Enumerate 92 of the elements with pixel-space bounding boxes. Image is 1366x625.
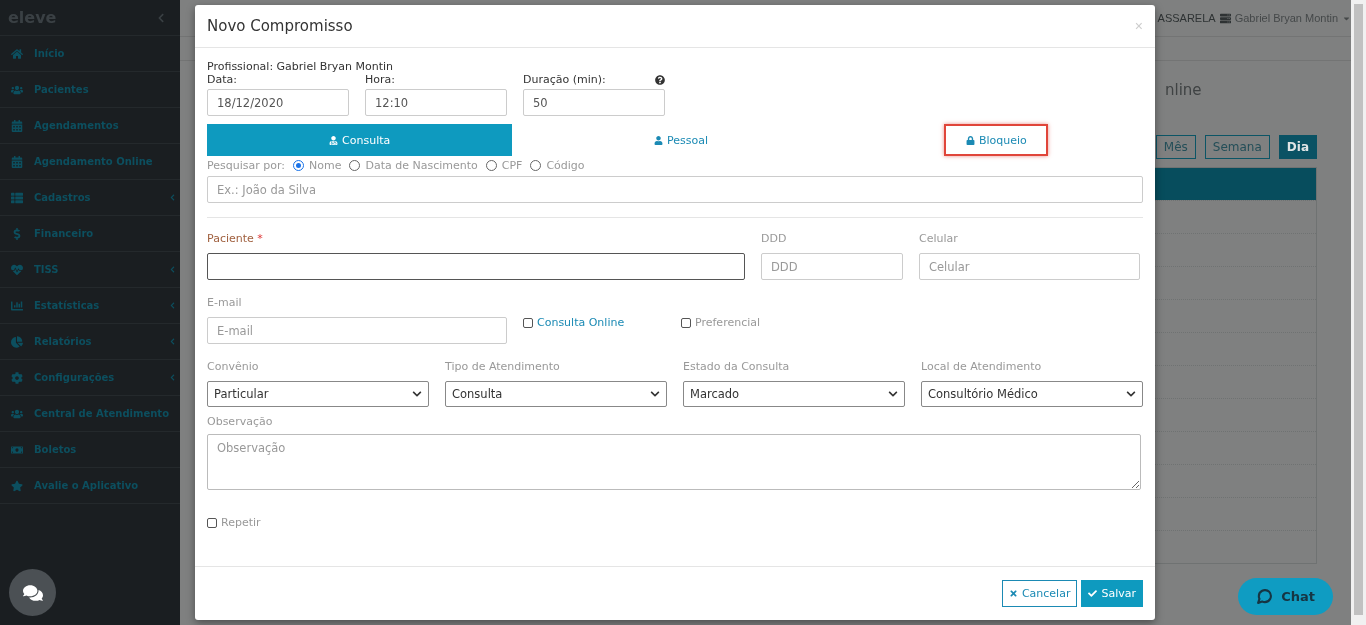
field-label: Paciente * — [207, 232, 264, 245]
field-label: Convênio — [207, 360, 260, 373]
server-icon — [1219, 12, 1231, 24]
sidebar-item[interactable]: Cadastros — [0, 180, 180, 216]
heartbeat-icon — [10, 263, 24, 276]
professional-label: Profissional: Gabriel Bryan Montin — [207, 60, 395, 73]
sidebar-item[interactable]: Configurações — [0, 360, 180, 396]
sidebar-item[interactable]: Avalie o Aplicativo — [0, 468, 180, 504]
speech-bubbles-icon — [22, 582, 43, 603]
radio-option[interactable]: CPF — [485, 159, 523, 172]
pie-chart-icon — [10, 335, 24, 348]
select-field[interactable]: Marcado — [683, 381, 905, 407]
field-label: Local de Atendimento — [921, 360, 1043, 373]
radio-option[interactable]: Nome — [293, 159, 342, 172]
chevron-down-icon — [412, 389, 422, 399]
field-label: Observação — [207, 415, 274, 428]
sidebar-item[interactable]: TISS — [0, 252, 180, 288]
input-field[interactable] — [207, 253, 745, 280]
chevron-down-icon — [888, 389, 898, 399]
checkbox-option[interactable]: Consulta Online — [523, 316, 665, 329]
input-field[interactable]: 12:10 — [365, 89, 507, 116]
sidebar-item[interactable]: Pacientes — [0, 72, 180, 108]
field-label: Tipo de Atendimento — [445, 360, 561, 373]
select-field[interactable]: Particular — [207, 381, 429, 407]
tab[interactable]: Bloqueio — [944, 124, 1049, 156]
field-label: Estado da Consulta — [683, 360, 791, 373]
user-icon — [654, 135, 663, 145]
input-field[interactable]: 50 — [523, 89, 665, 116]
sidebar-item[interactable]: Agendamento Online — [0, 144, 180, 180]
settings-icon — [10, 371, 24, 384]
modal-title: Novo Compromisso — [207, 17, 353, 35]
tab[interactable]: Consulta — [207, 124, 513, 156]
sidebar-item[interactable]: Central de Atendimento — [0, 396, 180, 432]
star-icon — [10, 479, 24, 492]
sidebar-item[interactable]: Boletos — [0, 432, 180, 468]
calendar-icon — [10, 119, 24, 132]
chevron-icon — [169, 194, 176, 201]
page-title: nline — [1164, 81, 1203, 99]
chat-button[interactable]: Chat — [1238, 578, 1333, 615]
checkbox-option[interactable]: Repetir — [207, 516, 261, 529]
sidebar-item[interactable]: Estatísticas — [0, 288, 180, 324]
select-field[interactable]: Consulta — [445, 381, 667, 407]
chevron-icon — [169, 302, 176, 309]
help-icon — [655, 74, 665, 85]
doctor-icon — [329, 135, 339, 145]
notes-field[interactable]: Observação — [207, 434, 1141, 490]
calendar-icon — [10, 155, 24, 168]
radio-option[interactable]: Data de Nascimento — [349, 159, 478, 172]
field-label: DDD — [761, 232, 788, 245]
field-label: Duração (min): — [523, 73, 606, 86]
bar-chart-icon — [10, 299, 24, 312]
select-field[interactable]: Consultório Médico — [921, 381, 1143, 407]
clinic-name: ASSARELA — [1157, 12, 1216, 24]
radio-option[interactable]: Código — [530, 159, 585, 172]
banknote-icon — [10, 443, 24, 456]
users-icon — [10, 407, 24, 420]
close-button[interactable]: × — [1134, 18, 1143, 34]
sidebar-item[interactable]: Financeiro — [0, 216, 180, 252]
user-menu[interactable]: Gabriel Bryan Montin — [1234, 12, 1338, 24]
chevron-down-icon — [1126, 389, 1136, 399]
sidebar-item[interactable]: Agendamentos — [0, 108, 180, 144]
checkbox[interactable] — [207, 517, 217, 528]
chat-bubble-button[interactable] — [9, 569, 56, 616]
chevron-icon — [169, 374, 176, 381]
cancel-button[interactable]: Cancelar — [1001, 580, 1078, 607]
lock-icon — [965, 135, 975, 145]
view-button[interactable]: Mês — [1155, 135, 1196, 159]
scrollbar[interactable] — [1351, 0, 1366, 625]
field-label: E-mail — [207, 296, 243, 309]
view-button[interactable]: Semana — [1204, 135, 1270, 159]
chevron-down-icon — [650, 389, 660, 399]
users-icon — [10, 83, 24, 96]
save-button[interactable]: Salvar — [1081, 580, 1143, 607]
checkbox[interactable] — [523, 317, 533, 328]
speech-bubble-icon — [1256, 588, 1274, 605]
field-label: Celular — [919, 232, 959, 245]
checkbox-option[interactable]: Preferencial — [681, 316, 823, 329]
home-icon — [10, 47, 24, 60]
view-button[interactable]: Dia — [1278, 135, 1317, 159]
input-field[interactable]: 18/12/2020 — [207, 89, 349, 116]
list-icon — [10, 191, 24, 204]
chevron-icon — [169, 338, 176, 345]
field-label: Hora: — [365, 73, 395, 86]
chevron-icon — [169, 266, 176, 273]
sidebar-item[interactable]: Relatórios — [0, 324, 180, 360]
check-icon — [1088, 589, 1098, 598]
search-by-label: Pesquisar por: — [207, 159, 285, 172]
search-field[interactable]: Ex.: João da Silva — [207, 176, 1143, 203]
checkbox[interactable] — [681, 317, 691, 328]
field-label: Data: — [207, 73, 237, 86]
sidebar-item[interactable]: Início — [0, 36, 180, 72]
close-icon — [1008, 589, 1018, 598]
